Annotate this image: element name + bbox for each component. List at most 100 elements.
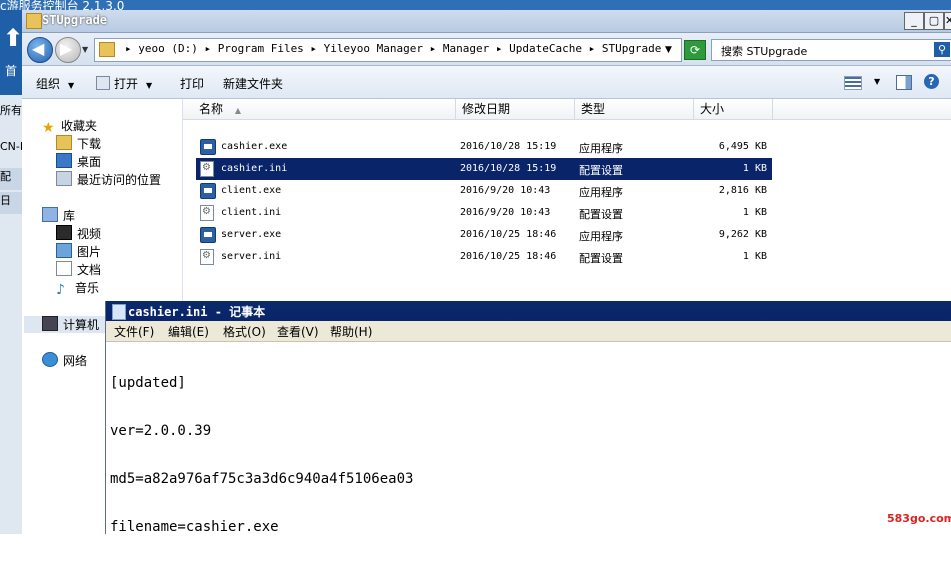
search-input[interactable]: 搜索 STUpgrade ⚲ [711,39,951,61]
column-size[interactable]: 大小 [694,99,773,119]
file-size: 1 KB [742,207,767,218]
ini-icon [200,161,214,177]
change-view-button[interactable] [844,76,862,90]
notepad-text-area[interactable]: [updated] ver=2.0.0.39 md5=a82a976af75c3… [110,343,940,535]
command-bar: 组织 ▼ 打开 ▼ 打印 新建文件夹 ▼ ? [22,66,951,99]
picture-icon [56,243,72,258]
forward-button[interactable]: ▶ [55,37,81,63]
nav-item-videos[interactable]: 视频 [56,225,101,242]
recent-pages-dropdown[interactable]: ▼ [82,45,88,54]
minimize-button[interactable]: _ [904,12,924,30]
column-modified[interactable]: 修改日期 [456,99,575,119]
address-box[interactable]: ▸ yeoo (D:) ▸ Program Files ▸ Yileyoo Ma… [94,38,682,62]
explorer-title-bar[interactable]: STUpgrade _ ▢ ✕ [22,10,951,33]
desktop-icon [56,153,72,168]
file-row[interactable]: client.exe 2016/9/20 10:43 应用程序 2,816 KB [196,180,772,202]
open-icon [96,76,110,90]
nav-item-desktop[interactable]: 桌面 [56,153,101,170]
column-name-label: 名称 [199,102,224,116]
notepad-menu-bar: 文件(F) 编辑(E) 格式(O) 查看(V) 帮助(H) [106,321,951,342]
close-button[interactable]: ✕ [944,12,951,30]
file-name: cashier.exe [221,141,288,152]
file-size: 2,816 KB [718,185,767,196]
nav-item-libraries[interactable]: 库 [42,207,75,224]
file-size: 9,262 KB [718,229,767,240]
nav-item-downloads[interactable]: 下载 [56,135,101,152]
print-button[interactable]: 打印 [180,75,204,92]
nav-item-documents[interactable]: 文档 [56,261,101,278]
file-row[interactable]: cashier.exe 2016/10/28 15:19 应用程序 6,495 KB [196,136,772,158]
downloads-icon [56,135,72,150]
notepad-title-bar[interactable]: cashier.ini - 记事本 [106,301,951,321]
background-window-strip: ⬆ 首 所有服 CN-D 配 日 [0,10,23,534]
file-name: server.ini [221,251,282,262]
library-icon [42,207,58,222]
file-row[interactable]: cashier.ini 2016/10/28 15:19 配置设置 1 KB [196,158,772,180]
column-header: 名称 ▲ 修改日期 类型 大小 [183,99,951,120]
exe-icon [200,227,216,243]
nav-item-network[interactable]: 网络 [42,352,87,369]
window-title: STUpgrade [42,13,108,27]
refresh-button[interactable]: ⟳ [684,40,706,60]
video-icon [56,225,72,240]
file-name: client.exe [221,185,282,196]
menu-view[interactable]: 查看(V) [277,323,319,340]
nav-item-favorites[interactable]: ★ 收藏夹 [42,117,97,135]
nav-item-label: 音乐 [75,281,100,295]
folder-icon [99,42,115,57]
file-name: cashier.ini [221,163,288,174]
file-row[interactable]: server.ini 2016/10/25 18:46 配置设置 1 KB [196,246,772,268]
sort-ascending-icon: ▲ [234,106,241,115]
background-row: CN-D [0,140,22,153]
nav-item-label: 网络 [63,354,88,368]
file-date: 2016/10/25 18:46 [460,229,557,240]
file-type: 配置设置 [579,164,623,177]
back-arrow-icon: ◀ [32,39,45,58]
folder-icon [26,13,42,29]
search-icon[interactable]: ⚲ [934,42,950,57]
menu-format[interactable]: 格式(O) [223,323,266,340]
address-bar-area: ◀ ▶ ▼ ▸ yeoo (D:) ▸ Program Files ▸ Yile… [22,33,951,66]
file-list: 名称 ▲ 修改日期 类型 大小 cashier.exe 2016/10/28 15… [183,99,951,309]
organize-label: 组织 [36,77,61,91]
background-row: 配 [0,168,22,190]
text-line: filename=cashier.exe [110,519,279,535]
nav-item-recent[interactable]: 最近访问的位置 [56,171,161,188]
file-type: 配置设置 [579,252,623,265]
file-row[interactable]: server.exe 2016/10/25 18:46 应用程序 9,262 KB [196,224,772,246]
file-date: 2016/10/25 18:46 [460,251,557,262]
file-name: server.exe [221,229,282,240]
organize-button[interactable]: 组织 ▼ [36,75,74,92]
background-home-label: 首 [5,64,18,78]
nav-item-pictures[interactable]: 图片 [56,243,101,260]
file-name: client.ini [221,207,282,218]
nav-item-music[interactable]: ♪ 音乐 [56,279,99,297]
menu-file[interactable]: 文件(F) [114,323,154,340]
background-window-titlebar [0,0,951,10]
column-type[interactable]: 类型 [575,99,694,119]
help-button[interactable]: ? [924,74,939,89]
nav-item-label: 收藏夹 [61,119,98,133]
notepad-title: cashier.ini - 记事本 [128,305,266,319]
address-dropdown[interactable]: ▼ [665,45,672,55]
text-line: md5=a82a976af75c3a3d6c940a4f5106ea03 [110,471,414,487]
view-options-dropdown[interactable]: ▼ [874,77,880,86]
nav-item-label: 计算机 [63,318,100,332]
column-name[interactable]: 名称 ▲ [193,99,456,119]
open-button[interactable]: 打开 ▼ [96,75,152,92]
new-folder-button[interactable]: 新建文件夹 [223,75,283,92]
file-size: 1 KB [742,251,767,262]
file-date: 2016/10/28 15:19 [460,163,557,174]
preview-pane-button[interactable] [896,75,912,90]
menu-help[interactable]: 帮助(H) [330,323,372,340]
menu-edit[interactable]: 编辑(E) [168,323,209,340]
background-row: 所有服 [0,104,22,117]
background-home-tile[interactable]: ⬆ 首 [0,10,23,95]
back-button[interactable]: ◀ [27,37,53,63]
file-size: 1 KB [742,163,767,174]
file-row[interactable]: client.ini 2016/9/20 10:43 配置设置 1 KB [196,202,772,224]
maximize-button[interactable]: ▢ [924,12,944,30]
forward-arrow-icon: ▶ [60,39,73,58]
document-icon [56,261,72,276]
breadcrumb[interactable]: ▸ yeoo (D:) ▸ Program Files ▸ Yileyoo Ma… [125,42,661,55]
